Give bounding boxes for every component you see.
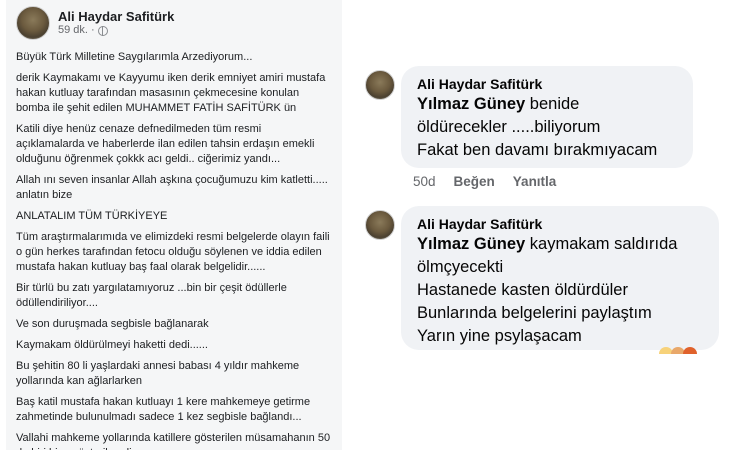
facebook-post: Ali Haydar Safitürk 59 dk. · Büyük Türk … [6, 0, 342, 450]
comment-line: ölmçyecekti [417, 258, 504, 276]
post-paragraph: Vallahi mahkeme yollarında katillere gös… [16, 432, 331, 450]
comment-actions: 50d Beğen Yanıtla [413, 174, 556, 189]
post-paragraph: Katili diye henüz cenaze defnedilmeden t… [16, 123, 315, 165]
post-paragraph: Ve son duruşmada segbisle bağlanarak [16, 318, 209, 330]
like-button[interactable]: Beğen [454, 174, 495, 189]
comment-line: öldürecekler .....biliyorum [417, 118, 601, 136]
post-paragraph: Tüm araştırmalarımıda ve elimizdeki resm… [16, 231, 330, 273]
comment-bubble: Ali Haydar Safitürk Yılmaz Güney benide … [401, 66, 693, 168]
post-paragraph: Bir türlü bu zatı yargılatamıyoruz ...bi… [16, 282, 287, 309]
angry-emoji-icon [683, 347, 697, 354]
comments-panel: Ali Haydar Safitürk Yılmaz Güney benide … [355, 62, 721, 354]
post-meta: 59 dk. · [58, 24, 174, 37]
commenter-avatar[interactable] [365, 210, 395, 240]
post-paragraph: Bu şehitin 80 li yaşlardaki annesi babas… [16, 360, 300, 387]
comment-text: Yılmaz Güney benide [417, 95, 580, 113]
mention-link[interactable]: Yılmaz Güney [417, 95, 525, 113]
reaction-emojis[interactable] [659, 347, 697, 354]
comment-author[interactable]: Ali Haydar Safitürk [417, 215, 705, 233]
comment-line: Bunlarında belgelerini paylaştım [417, 304, 652, 322]
author-avatar[interactable] [16, 6, 50, 40]
post-paragraph: ANLATALIM TÜM TÜRKİYEYE [16, 210, 168, 222]
comment-text: Yılmaz Güney kaymakam saldırıda [417, 235, 678, 253]
comment-time[interactable]: 50d [413, 174, 436, 189]
comment-author[interactable]: Ali Haydar Safitürk [417, 75, 679, 93]
globe-icon [97, 25, 108, 36]
comment-line: Hastanede kasten öldürdüler [417, 281, 628, 299]
comment-bubble: Ali Haydar Safitürk Yılmaz Güney kaymaka… [401, 206, 719, 350]
post-paragraph: Baş katil mustafa hakan kutluayı 1 kere … [16, 396, 311, 423]
commenter-avatar[interactable] [365, 70, 395, 100]
post-header: Ali Haydar Safitürk 59 dk. · [16, 6, 332, 40]
mention-link[interactable]: Yılmaz Güney [417, 235, 525, 253]
post-time[interactable]: 59 dk. [58, 24, 88, 37]
post-paragraph: Kaymakam öldürülmeyi haketti dedi...... [16, 339, 208, 351]
post-paragraph: Büyük Türk Milletine Saygılarımla Arzedi… [16, 51, 253, 63]
post-paragraph: derik Kaymakamı ve Kayyumu iken derik em… [16, 72, 326, 114]
post-paragraph: Allah ını seven insanlar Allah aşkına ço… [16, 174, 328, 201]
post-author-name[interactable]: Ali Haydar Safitürk [58, 9, 174, 24]
post-body: Büyük Türk Milletine Saygılarımla Arzedi… [16, 50, 332, 450]
comment-line: Fakat ben davamı bırakmıyacam [417, 141, 658, 159]
reply-button[interactable]: Yanıtla [513, 174, 557, 189]
comment-line: Yarın yine psylaşacam [417, 327, 582, 345]
